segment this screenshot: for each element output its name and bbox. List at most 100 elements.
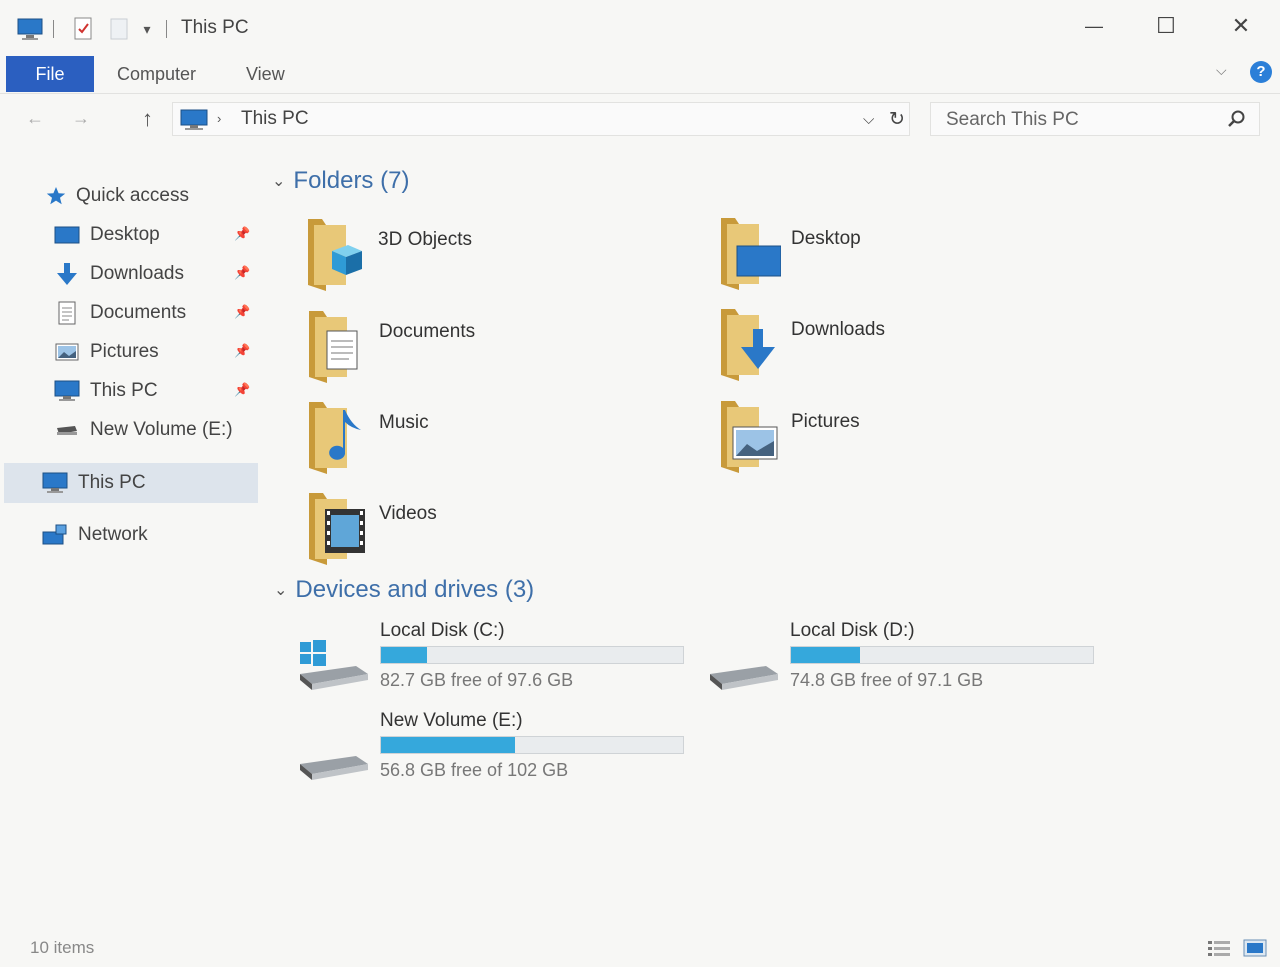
folder-label: Downloads [791,319,885,340]
folder-videos[interactable]: Videos [305,491,685,569]
folders-group-header[interactable]: ⌄ Folders (7) [272,167,409,195]
content-pane: ⌄ Folders (7) 3D Objects Desktop Documen… [262,150,1272,930]
minimize-button[interactable]: — [1074,8,1114,44]
folder-3d-objects[interactable]: 3D Objects [304,217,684,295]
customize-qat-icon[interactable]: ▾ [140,16,154,42]
title-separator [53,20,54,38]
folder-icon [309,493,365,565]
star-icon [44,184,68,208]
folder-icon [721,401,778,473]
refresh-icon[interactable]: ↻ [889,108,905,131]
pin-icon[interactable]: 📌 [234,304,250,320]
monitor-icon [179,109,209,136]
sidebar-item-network[interactable]: Network [42,518,148,552]
sidebar-item-label: Quick access [76,185,189,206]
search-input[interactable]: Search This PC [930,102,1260,136]
drive-icon [300,756,368,780]
sidebar-item-new-volume[interactable]: New Volume (E:) [54,413,233,447]
folder-icon [721,218,781,290]
close-button[interactable]: ✕ [1221,8,1261,44]
drive-name: Local Disk (D:) [790,620,915,641]
properties-icon[interactable] [72,16,94,42]
folders-header-label: Folders (7) [293,167,410,194]
folder-pictures[interactable]: Pictures [717,399,1097,477]
folder-label: Pictures [791,411,860,432]
sidebar-item-label: Network [78,524,148,545]
maximize-button[interactable]: ☐ [1146,8,1186,44]
this-pc-window-icon [16,16,44,42]
sidebar-item-downloads[interactable]: Downloads 📌 [54,257,260,291]
document-icon [54,301,80,325]
folder-downloads[interactable]: Downloads [717,307,1097,385]
back-button[interactable]: ← [26,108,44,129]
sidebar-item-pictures[interactable]: Pictures 📌 [54,335,260,369]
window-title: This PC [181,17,249,38]
address-bar[interactable]: › This PC ⌵ ↻ [172,102,910,136]
file-explorer-window: ▾ This PC — ☐ ✕ File Computer View ⌵ ? ←… [0,0,1280,967]
drive-new-volume-e[interactable]: New Volume (E:) 56.8 GB free of 102 GB [300,708,700,788]
chevron-down-icon[interactable]: ⌄ [272,171,285,191]
status-bar: 10 items [0,930,1280,967]
sidebar-item-documents[interactable]: Documents 📌 [54,296,260,330]
sidebar-item-this-pc[interactable]: This PC [42,466,146,500]
help-icon[interactable]: ? [1250,61,1272,83]
chevron-down-icon[interactable]: ⌄ [274,580,287,600]
search-icon[interactable] [1227,109,1247,134]
search-placeholder: Search This PC [946,109,1079,130]
folder-icon [309,311,358,383]
tab-view[interactable]: View [246,56,285,92]
sidebar-item-quick-access[interactable]: Quick access [44,179,189,213]
folder-icon [721,309,775,381]
sidebar-item-label: New Volume (E:) [90,419,233,440]
drive-usage-fill [791,647,861,663]
sidebar-item-label: This PC [90,380,158,401]
drive-usage-bar [790,646,1094,664]
drive-free-space: 82.7 GB free of 97.6 GB [380,670,574,690]
folder-documents[interactable]: Documents [305,309,685,387]
folder-music[interactable]: Music [305,400,685,478]
drive-usage-bar [380,646,684,664]
drive-name: New Volume (E:) [380,710,523,731]
sidebar-item-label: Documents [90,302,187,323]
monitor-icon [42,471,68,495]
drive-usage-bar [380,736,684,754]
monitor-icon [54,379,80,403]
sidebar-item-label: Desktop [90,224,160,245]
sidebar-item-this-pc-quick[interactable]: This PC 📌 [54,374,260,408]
item-count: 10 items [30,938,95,957]
pin-icon[interactable]: 📌 [234,343,250,359]
pin-icon[interactable]: 📌 [234,265,250,281]
expand-ribbon-icon[interactable]: ⌵ [1216,62,1227,79]
folder-label: 3D Objects [378,229,472,250]
folder-label: Music [379,412,429,433]
drive-local-disk-c[interactable]: Local Disk (C:) 82.7 GB free of 97.6 GB [300,618,700,698]
folder-icon [309,402,361,474]
download-arrow-icon [54,262,80,286]
new-folder-icon[interactable] [108,16,130,42]
title-bar: ▾ This PC — ☐ ✕ [0,0,1280,52]
sidebar-item-desktop[interactable]: Desktop 📌 [54,218,260,252]
drives-group-header[interactable]: ⌄ Devices and drives (3) [274,576,534,604]
title-separator [166,20,167,38]
forward-button[interactable]: → [72,108,90,129]
pin-icon[interactable]: 📌 [234,382,250,398]
network-icon [42,523,68,547]
tab-file[interactable]: File [6,56,94,92]
details-view-icon[interactable] [1206,937,1232,959]
pin-icon[interactable]: 📌 [234,226,250,242]
address-dropdown-icon[interactable]: ⌵ [863,111,874,128]
drives-header-label: Devices and drives (3) [295,576,535,603]
drive-usage-fill [381,647,428,663]
ribbon-tabs: File Computer View ⌵ ? [0,52,1280,94]
drive-icon [54,418,80,442]
breadcrumb-this-pc[interactable]: This PC [241,108,309,130]
picture-icon [54,340,80,364]
desktop-icon [54,223,80,247]
drive-free-space: 74.8 GB free of 97.1 GB [790,670,984,690]
large-icons-view-icon[interactable] [1242,937,1268,959]
folder-desktop[interactable]: Desktop [717,216,1097,294]
drive-local-disk-d[interactable]: Local Disk (D:) 74.8 GB free of 97.1 GB [710,618,1110,698]
tab-computer[interactable]: Computer [117,56,196,92]
up-button[interactable]: ↑ [142,106,153,132]
breadcrumb-separator[interactable]: › [217,111,221,126]
